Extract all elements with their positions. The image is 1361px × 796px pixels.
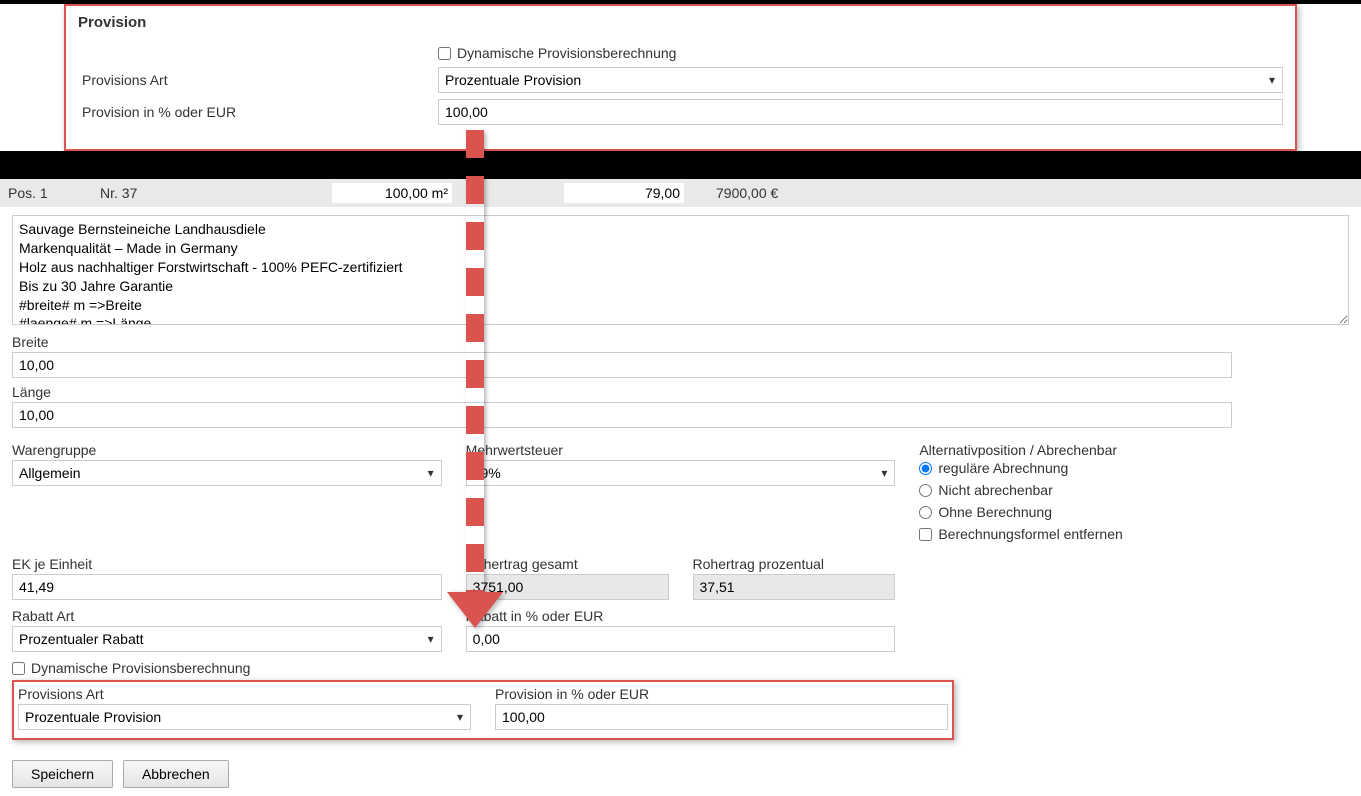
save-button[interactable]: Speichern xyxy=(12,760,113,788)
mwst-select[interactable]: 19% xyxy=(466,460,896,486)
provision-highlight-box: Provision Dynamische Provisionsberechnun… xyxy=(64,4,1297,151)
quantity-input[interactable] xyxy=(332,183,452,203)
ek-input[interactable] xyxy=(12,574,442,600)
cancel-button[interactable]: Abbrechen xyxy=(123,760,229,788)
article-nr: Nr. 37 xyxy=(100,185,160,201)
provision-pct-input-lower[interactable] xyxy=(495,704,948,730)
remove-formula-label: Berechnungsformel entfernen xyxy=(938,526,1122,542)
altpos-label: Alternativposition / Abrechenbar xyxy=(919,442,1349,458)
provisions-art-label: Provisions Art xyxy=(78,72,438,88)
rohertrag-proz-input xyxy=(693,574,896,600)
ek-label: EK je Einheit xyxy=(12,556,442,572)
altpos-nocalc-radio[interactable] xyxy=(919,506,932,519)
provisions-art-select[interactable]: Prozentuale Provision xyxy=(438,67,1283,93)
rabatt-art-label: Rabatt Art xyxy=(12,608,442,624)
provisions-art-label-lower: Provisions Art xyxy=(18,686,471,702)
rabatt-pct-input[interactable] xyxy=(466,626,896,652)
provision-pct-label-lower: Provision in % oder EUR xyxy=(495,686,948,702)
black-bar-bottom xyxy=(0,151,1361,179)
provision-lower-highlight-box: Provisions Art Prozentuale Provision Pro… xyxy=(12,680,954,740)
total-price: 7900,00 € xyxy=(716,185,778,201)
altpos-regular-label: reguläre Abrechnung xyxy=(938,460,1068,476)
altpos-notbillable-label: Nicht abrechenbar xyxy=(938,482,1052,498)
quantity-display xyxy=(192,183,452,203)
pos-number: Pos. 1 xyxy=(8,185,68,201)
dynamic-provision-checkbox[interactable] xyxy=(438,47,451,60)
position-header: Pos. 1 Nr. 37 7900,00 € xyxy=(0,179,1361,207)
remove-formula-checkbox[interactable] xyxy=(919,528,932,541)
rohertrag-gesamt-input xyxy=(466,574,669,600)
warengruppe-select[interactable]: Allgemein xyxy=(12,460,442,486)
mwst-label: Mehrwertsteuer xyxy=(466,442,896,458)
unit-price-display xyxy=(484,183,684,203)
dynamic-provision-label-lower: Dynamische Provisionsberechnung xyxy=(31,660,250,676)
altpos-notbillable-radio[interactable] xyxy=(919,484,932,497)
rohertrag-proz-label: Rohertrag prozentual xyxy=(693,556,896,572)
rohertrag-gesamt-label: Rohertrag gesamt xyxy=(466,556,669,572)
provision-pct-input[interactable] xyxy=(438,99,1283,125)
unit-price-input[interactable] xyxy=(564,183,684,203)
altpos-nocalc-label: Ohne Berechnung xyxy=(938,504,1052,520)
laenge-input[interactable] xyxy=(12,402,1232,428)
breite-input[interactable] xyxy=(12,352,1232,378)
laenge-label: Länge xyxy=(12,384,1349,400)
rabatt-art-select[interactable]: Prozentualer Rabatt xyxy=(12,626,442,652)
provision-heading: Provision xyxy=(78,14,1283,31)
rabatt-pct-label: Rabatt in % oder EUR xyxy=(466,608,896,624)
provision-pct-label: Provision in % oder EUR xyxy=(78,104,438,120)
warengruppe-label: Warengruppe xyxy=(12,442,442,458)
provisions-art-select-lower[interactable]: Prozentuale Provision xyxy=(18,704,471,730)
breite-label: Breite xyxy=(12,334,1349,350)
altpos-regular-radio[interactable] xyxy=(919,462,932,475)
dynamic-provision-label: Dynamische Provisionsberechnung xyxy=(457,45,676,61)
dynamic-provision-checkbox-lower[interactable] xyxy=(12,662,25,675)
description-textarea[interactable] xyxy=(12,215,1349,325)
